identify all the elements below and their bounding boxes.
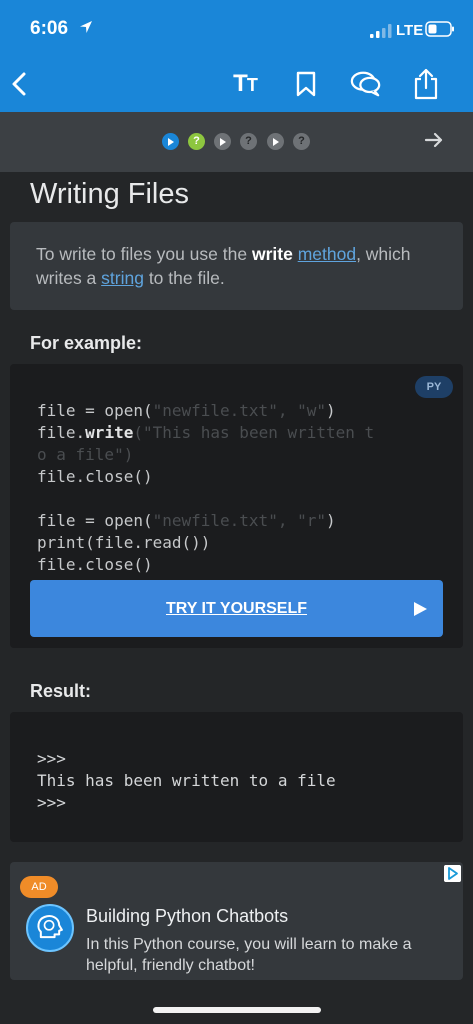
home-indicator[interactable] [153, 1007, 321, 1013]
ad-badge: AD [20, 876, 58, 898]
code-line: file = open("newfile.txt", "r") [37, 511, 336, 530]
language-badge: PY [415, 376, 453, 398]
intro-bold-word: write [251, 244, 293, 264]
example-label: For example: [30, 333, 143, 353]
code-line: file.close() [37, 555, 153, 574]
string-link[interactable]: string [101, 268, 144, 288]
code-line: file.write("This has been written t [37, 423, 375, 442]
code-line: file.close() [37, 467, 153, 486]
result-output: >>> This has been written to a file >>> [37, 748, 336, 814]
try-it-yourself-button[interactable]: TRY IT YOURSELF [30, 580, 443, 637]
progress-step-6[interactable]: ? [293, 133, 310, 150]
result-line: >>> [37, 793, 66, 812]
result-label: Result: [30, 681, 92, 701]
text-size-small: T [246, 75, 258, 95]
back-button[interactable] [4, 68, 36, 100]
back-icon [12, 72, 26, 96]
progress-step-2[interactable]: ? [188, 133, 205, 150]
progress-step-4[interactable]: ? [240, 133, 257, 150]
intro-text: To write to files you use the [36, 244, 252, 264]
progress-step-3[interactable] [214, 133, 231, 150]
text-size-icon: TT [233, 70, 258, 98]
code-line: file = open("newfile.txt", "w") [37, 401, 336, 420]
result-line: This has been written to a file [37, 771, 336, 790]
bookmark-button[interactable] [290, 68, 322, 100]
ad-banner[interactable]: AD Building Python Chatbots In this Pyth… [10, 862, 463, 980]
lesson-title: Writing Files [30, 178, 189, 210]
progress-step-glyph: ? [298, 135, 305, 147]
nav-bar: TT [0, 56, 473, 112]
comments-button[interactable] [350, 68, 382, 100]
ad-choices-icon[interactable] [444, 865, 461, 882]
next-button[interactable] [420, 128, 448, 156]
share-icon [414, 68, 438, 100]
text-size-button[interactable]: TT [226, 68, 264, 100]
method-link[interactable]: method [298, 244, 356, 264]
bookmark-icon [296, 71, 316, 97]
play-icon [414, 602, 427, 616]
code-line: print(file.read()) [37, 533, 211, 552]
location-arrow-icon [80, 21, 92, 33]
lesson-progress-bar: ? ? ? [0, 112, 473, 172]
text-size-big: T [233, 70, 248, 97]
code-example-box: PY file = open("newfile.txt", "w") file.w… [10, 364, 463, 648]
code-line: o a file") [37, 445, 134, 464]
try-it-yourself-label: TRY IT YOURSELF [165, 600, 308, 617]
ad-description: In this Python course, you will learn to… [86, 936, 412, 974]
share-button[interactable] [410, 68, 442, 100]
progress-step-5[interactable] [267, 133, 284, 150]
progress-step-glyph: ? [193, 135, 200, 147]
ad-title: Building Python Chatbots [86, 906, 289, 926]
network-type: LTE [396, 22, 424, 39]
code-block: file = open("newfile.txt", "w") file.writ… [37, 400, 437, 576]
intro-text-box: To write to files you use the write meth… [10, 222, 463, 310]
signal-icon [370, 24, 392, 38]
battery-icon [425, 21, 454, 37]
course-logo-icon [26, 904, 74, 952]
result-line: >>> [37, 749, 66, 768]
status-bar: 6:06 LTE [0, 0, 473, 56]
intro-text: to the file. [143, 268, 225, 288]
arrow-right-icon [424, 132, 443, 148]
result-output-box: >>> This has been written to a file >>> [10, 712, 463, 842]
progress-step-glyph: ? [245, 135, 252, 147]
status-time: 6:06 [30, 18, 69, 39]
progress-step-1[interactable] [162, 133, 179, 150]
comments-icon [350, 71, 381, 97]
